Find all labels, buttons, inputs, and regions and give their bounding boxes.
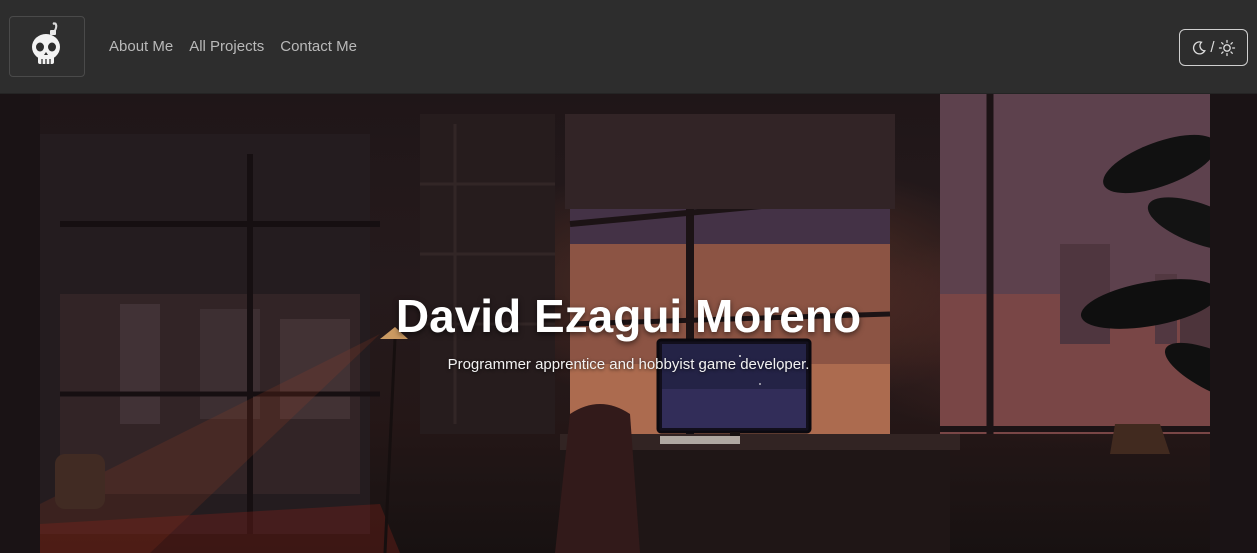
nav-link-about-me[interactable]: About Me — [109, 37, 173, 57]
sun-icon — [1218, 39, 1235, 56]
theme-toggle-separator: / — [1210, 39, 1215, 56]
hero-title: David Ezagui Moreno — [395, 290, 862, 342]
nav-links: About Me All Projects Contact Me — [109, 37, 373, 57]
nav-link-all-projects[interactable]: All Projects — [189, 37, 264, 57]
hero-subtitle: Programmer apprentice and hobbyist game … — [447, 356, 810, 373]
theme-toggle-button[interactable]: / — [1179, 29, 1248, 66]
logo-link[interactable] — [9, 16, 85, 77]
moon-icon — [1193, 40, 1207, 55]
navbar: About Me All Projects Contact Me / — [0, 0, 1257, 94]
skull-bomb-icon — [32, 21, 60, 64]
nav-link-contact-me[interactable]: Contact Me — [280, 37, 357, 57]
hero-section: David Ezagui Moreno Programmer apprentic… — [0, 94, 1257, 553]
